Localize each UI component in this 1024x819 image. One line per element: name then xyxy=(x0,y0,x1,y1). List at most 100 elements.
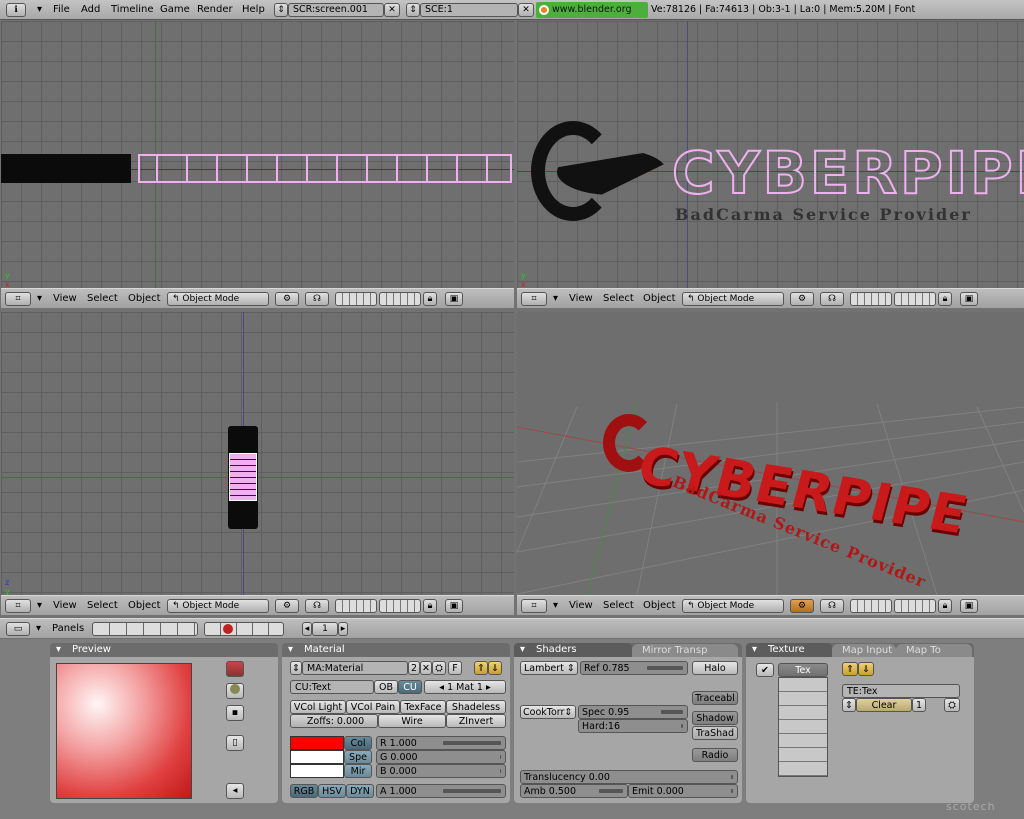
scene-name-field[interactable]: SCE:1 xyxy=(420,3,518,17)
collapse-icon[interactable]: ▾ xyxy=(37,293,42,304)
ref-slider[interactable]: Ref 0.785 xyxy=(580,661,688,675)
editor-type-icon[interactable]: ▭ xyxy=(6,622,30,636)
texture-users-field[interactable]: 1 xyxy=(912,698,926,712)
collapse-icon[interactable]: ▾ xyxy=(553,293,558,304)
g-slider[interactable]: G 0.000 xyxy=(376,750,506,764)
context-buttons[interactable] xyxy=(92,622,198,636)
collapse-icon[interactable]: ▾ xyxy=(36,623,41,634)
render-icon[interactable]: ▣ xyxy=(960,599,978,613)
curve-link-field[interactable]: CU:Text xyxy=(290,680,374,694)
menu-timeline[interactable]: Timeline xyxy=(111,4,154,15)
draw-type-icon[interactable]: ⚙ xyxy=(790,292,814,306)
menu-view[interactable]: View xyxy=(53,293,77,304)
texture-tab[interactable]: ▾ Texture xyxy=(746,643,832,657)
specular-shader-select[interactable]: CookTorr⇕ xyxy=(520,705,576,719)
diffuse-shader-select[interactable]: Lambert ⇕ xyxy=(520,661,578,675)
map-input-tab[interactable]: Map Input xyxy=(832,644,896,657)
menu-select[interactable]: Select xyxy=(603,600,634,611)
zinvert-toggle[interactable]: ZInvert xyxy=(446,714,506,728)
menu-file[interactable]: File xyxy=(53,4,70,15)
alpha-slider[interactable]: A 1.000 xyxy=(376,784,506,798)
texture-browse-button[interactable]: ⇕ xyxy=(842,698,856,712)
material-browse-button[interactable]: ⇕ xyxy=(290,661,302,675)
hard-slider[interactable]: Hard:16 xyxy=(578,719,688,733)
frame-prev-button[interactable]: ◂ xyxy=(302,622,312,636)
viewport-camera[interactable]: CYBERPIPE BadCarma Service Provider xyxy=(517,312,1024,595)
pivot-icon[interactable]: ☊ xyxy=(305,292,329,306)
menu-object[interactable]: Object xyxy=(643,293,676,304)
collapse-icon[interactable]: ▾ xyxy=(37,4,42,15)
paste-texture-button[interactable]: ⇓ xyxy=(858,662,874,676)
menu-select[interactable]: Select xyxy=(603,293,634,304)
material-name-field[interactable]: MA:Material xyxy=(302,661,408,675)
material-auto-icon[interactable]: ⛭ xyxy=(432,661,446,675)
lock-icon[interactable]: 🔒︎ xyxy=(423,599,437,613)
menu-view[interactable]: View xyxy=(569,600,593,611)
layers-group-2[interactable] xyxy=(379,599,421,613)
layers-group-1[interactable] xyxy=(850,599,892,613)
draw-type-icon[interactable]: ⚙ xyxy=(275,292,299,306)
link-ob-button[interactable]: OB xyxy=(374,680,398,694)
layers-group-2[interactable] xyxy=(379,292,421,306)
editor-type-icon[interactable]: ⌗ xyxy=(5,599,31,613)
editor-type-icon[interactable]: ⌗ xyxy=(521,292,547,306)
pivot-icon[interactable]: ☊ xyxy=(820,599,844,613)
vcol-light-toggle[interactable]: VCol Light xyxy=(290,700,346,714)
material-delete-icon[interactable]: ✕ xyxy=(420,661,432,675)
wire-toggle[interactable]: Wire xyxy=(378,714,446,728)
mir-button[interactable]: Mir xyxy=(344,764,372,778)
preview-sphere-button[interactable] xyxy=(226,683,244,699)
radio-toggle[interactable]: Radio xyxy=(692,748,738,762)
preview-cube-button[interactable]: ▪ xyxy=(226,705,244,721)
texture-clear-button[interactable]: Clear xyxy=(856,698,912,712)
mode-select[interactable]: ↰ Object Mode xyxy=(682,599,784,613)
pivot-icon[interactable]: ☊ xyxy=(820,292,844,306)
texture-name-field[interactable]: TE:Tex xyxy=(842,684,960,698)
layers-group-1[interactable] xyxy=(335,599,377,613)
viewport-top[interactable]: CYBERPIPE BadCarma Service Provider yx xyxy=(517,21,1024,288)
menu-object[interactable]: Object xyxy=(643,600,676,611)
preview-monkey-button[interactable]: ▯ xyxy=(226,735,244,751)
menu-view[interactable]: View xyxy=(53,600,77,611)
scene-delete-icon[interactable]: ✕ xyxy=(518,3,534,17)
preview-plane-button[interactable] xyxy=(226,661,244,677)
frame-next-button[interactable]: ▸ xyxy=(338,622,348,636)
mode-select[interactable]: ↰ Object Mode xyxy=(167,292,269,306)
shadeless-toggle[interactable]: Shadeless xyxy=(446,700,506,714)
traceable-toggle[interactable]: Traceabl xyxy=(692,691,738,705)
preview-refresh-button[interactable]: ◂ xyxy=(226,783,244,799)
menu-object[interactable]: Object xyxy=(128,600,161,611)
render-icon[interactable]: ▣ xyxy=(960,292,978,306)
lock-icon[interactable]: 🔒︎ xyxy=(938,599,952,613)
material-fake-user-button[interactable]: F xyxy=(448,661,462,675)
hsv-toggle[interactable]: HSV xyxy=(318,784,346,798)
blender-url-link[interactable]: www.blender.org 232 xyxy=(536,2,648,31)
mode-select[interactable]: ↰ Object Mode xyxy=(167,599,269,613)
material-users-field[interactable]: 2 xyxy=(408,661,420,675)
mirror-transp-tab[interactable]: Mirror Transp xyxy=(632,644,738,657)
viewport-side[interactable]: zy xyxy=(1,312,514,595)
draw-type-icon[interactable]: ⚙ xyxy=(275,599,299,613)
material-index-field[interactable]: ◂ 1 Mat 1 ▸ xyxy=(424,680,506,694)
trashad-toggle[interactable]: TraShad xyxy=(692,726,738,740)
spe-button[interactable]: Spe xyxy=(344,750,372,764)
lock-icon[interactable]: 🔒︎ xyxy=(423,292,437,306)
shaders-tab[interactable]: ▾ Shaders xyxy=(514,643,632,657)
pivot-icon[interactable]: ☊ xyxy=(305,599,329,613)
layers-group-1[interactable] xyxy=(335,292,377,306)
collapse-icon[interactable]: ▾ xyxy=(553,600,558,611)
mode-select[interactable]: ↰ Object Mode xyxy=(682,292,784,306)
menu-game[interactable]: Game xyxy=(160,4,190,15)
translucency-slider[interactable]: Translucency 0.00 xyxy=(520,770,738,784)
texture-channel-checkbox[interactable]: ✔ xyxy=(756,663,774,677)
shading-context-buttons[interactable] xyxy=(204,622,284,636)
color-swatch-col[interactable] xyxy=(290,736,344,750)
scene-browse-button[interactable]: ⇕ xyxy=(406,3,420,17)
menu-help[interactable]: Help xyxy=(242,4,265,15)
menu-add[interactable]: Add xyxy=(81,4,100,15)
panels-menu[interactable]: Panels xyxy=(52,623,84,634)
menu-object[interactable]: Object xyxy=(128,293,161,304)
menu-view[interactable]: View xyxy=(569,293,593,304)
window-type-icon[interactable]: ℹ xyxy=(6,3,26,17)
emit-slider[interactable]: Emit 0.000 xyxy=(628,784,738,798)
